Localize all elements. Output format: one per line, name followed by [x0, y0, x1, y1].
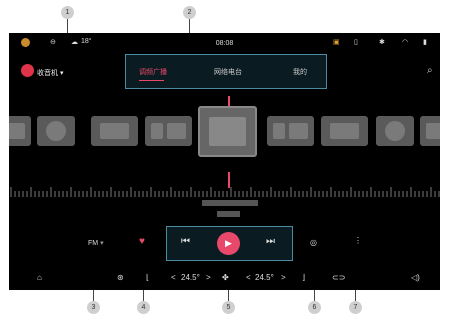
car-icon[interactable]: ⊂⊃ [332, 273, 345, 282]
station-card[interactable] [9, 116, 31, 146]
tab-bar: 调频广播 网络电台 我的 [125, 54, 327, 89]
frequency-dial[interactable] [9, 183, 440, 197]
callout-4: 4 [137, 301, 150, 314]
station-card[interactable] [420, 116, 440, 146]
callout-5: 5 [222, 301, 235, 314]
wifi-icon[interactable]: ◠ [402, 38, 408, 46]
station-card[interactable] [267, 116, 314, 146]
cursor-top [228, 96, 230, 106]
chevron-down-icon: ▾ [59, 70, 64, 77]
callout-3: 3 [87, 301, 100, 314]
next-icon[interactable]: ⏭ [266, 236, 275, 247]
seat-icon[interactable]: ⌊ [146, 273, 149, 282]
camera-icon[interactable]: ▣ [333, 38, 340, 46]
callout-6: 6 [308, 301, 321, 314]
seat-heat-icon[interactable]: ⌋ [302, 273, 305, 282]
left-temp: 24.5° [181, 273, 200, 282]
play-button[interactable]: ▶ [217, 232, 240, 255]
left-temp-increase[interactable]: > [206, 273, 211, 282]
station-card[interactable] [321, 116, 368, 146]
callout-1: 1 [61, 6, 74, 19]
frequency-readout-placeholder [202, 200, 258, 206]
vibrate-icon[interactable]: ▯ [354, 38, 358, 46]
signal-icon: ▮ [423, 39, 427, 46]
radio-mode-icon[interactable]: ◎ [310, 238, 317, 247]
band-selector[interactable]: FM ▾ [88, 239, 104, 247]
frequency-cursor [228, 172, 230, 188]
fan-icon[interactable]: ✤ [222, 273, 229, 282]
chevron-down-icon: ▾ [100, 240, 104, 247]
play-icon: ▶ [225, 238, 232, 248]
search-icon[interactable]: ⌕ [427, 65, 433, 76]
active-tab-indicator [139, 80, 164, 81]
station-card[interactable] [37, 116, 75, 146]
tab-mine[interactable]: 我的 [293, 67, 307, 77]
previous-icon[interactable]: ⏮ [181, 236, 190, 247]
callout-2: 2 [183, 6, 196, 19]
radio-app-icon[interactable] [21, 64, 34, 77]
right-temp-decrease[interactable]: < [246, 273, 251, 282]
bottom-dock: ⌂ ⊛ ⌊ < 24.5° > ✤ < 24.5° > ⌋ ⊂⊃ ◁) [9, 267, 440, 290]
tab-fm-broadcast[interactable]: 调频广播 [139, 67, 167, 77]
right-temp-increase[interactable]: > [281, 273, 286, 282]
frequency-readout-placeholder-small [217, 211, 240, 217]
defrost-icon[interactable]: ⊛ [117, 273, 124, 282]
radio-screen: ⊖ ☁ 18° 08:08 ▣ ▯ ✱ ◠ ▮ 收音机 ▾ 调频广播 网络电台 … [9, 33, 440, 290]
bluetooth-icon[interactable]: ✱ [379, 38, 385, 46]
app-title-label: 收音机 [37, 70, 58, 77]
favorite-heart-icon[interactable]: ♥ [139, 236, 145, 247]
volume-icon[interactable]: ◁) [411, 273, 420, 282]
right-temp: 24.5° [255, 273, 274, 282]
callout-7: 7 [349, 301, 362, 314]
station-card[interactable] [91, 116, 138, 146]
left-temp-decrease[interactable]: < [171, 273, 176, 282]
status-clock: 08:08 [215, 40, 234, 47]
more-icon[interactable]: ⋮ [354, 236, 362, 245]
band-label: FM [88, 240, 99, 247]
home-icon[interactable]: ⌂ [37, 273, 42, 282]
app-title[interactable]: 收音机 ▾ [37, 68, 63, 78]
playback-controls: ⏮ ▶ ⏭ [166, 226, 293, 261]
station-card[interactable] [376, 116, 414, 146]
tab-internet-radio[interactable]: 网络电台 [214, 67, 242, 77]
status-bar: ⊖ ☁ 18° 08:08 ▣ ▯ ✱ ◠ ▮ [9, 33, 440, 55]
station-card[interactable] [145, 116, 192, 146]
station-card-selected[interactable] [198, 106, 257, 157]
